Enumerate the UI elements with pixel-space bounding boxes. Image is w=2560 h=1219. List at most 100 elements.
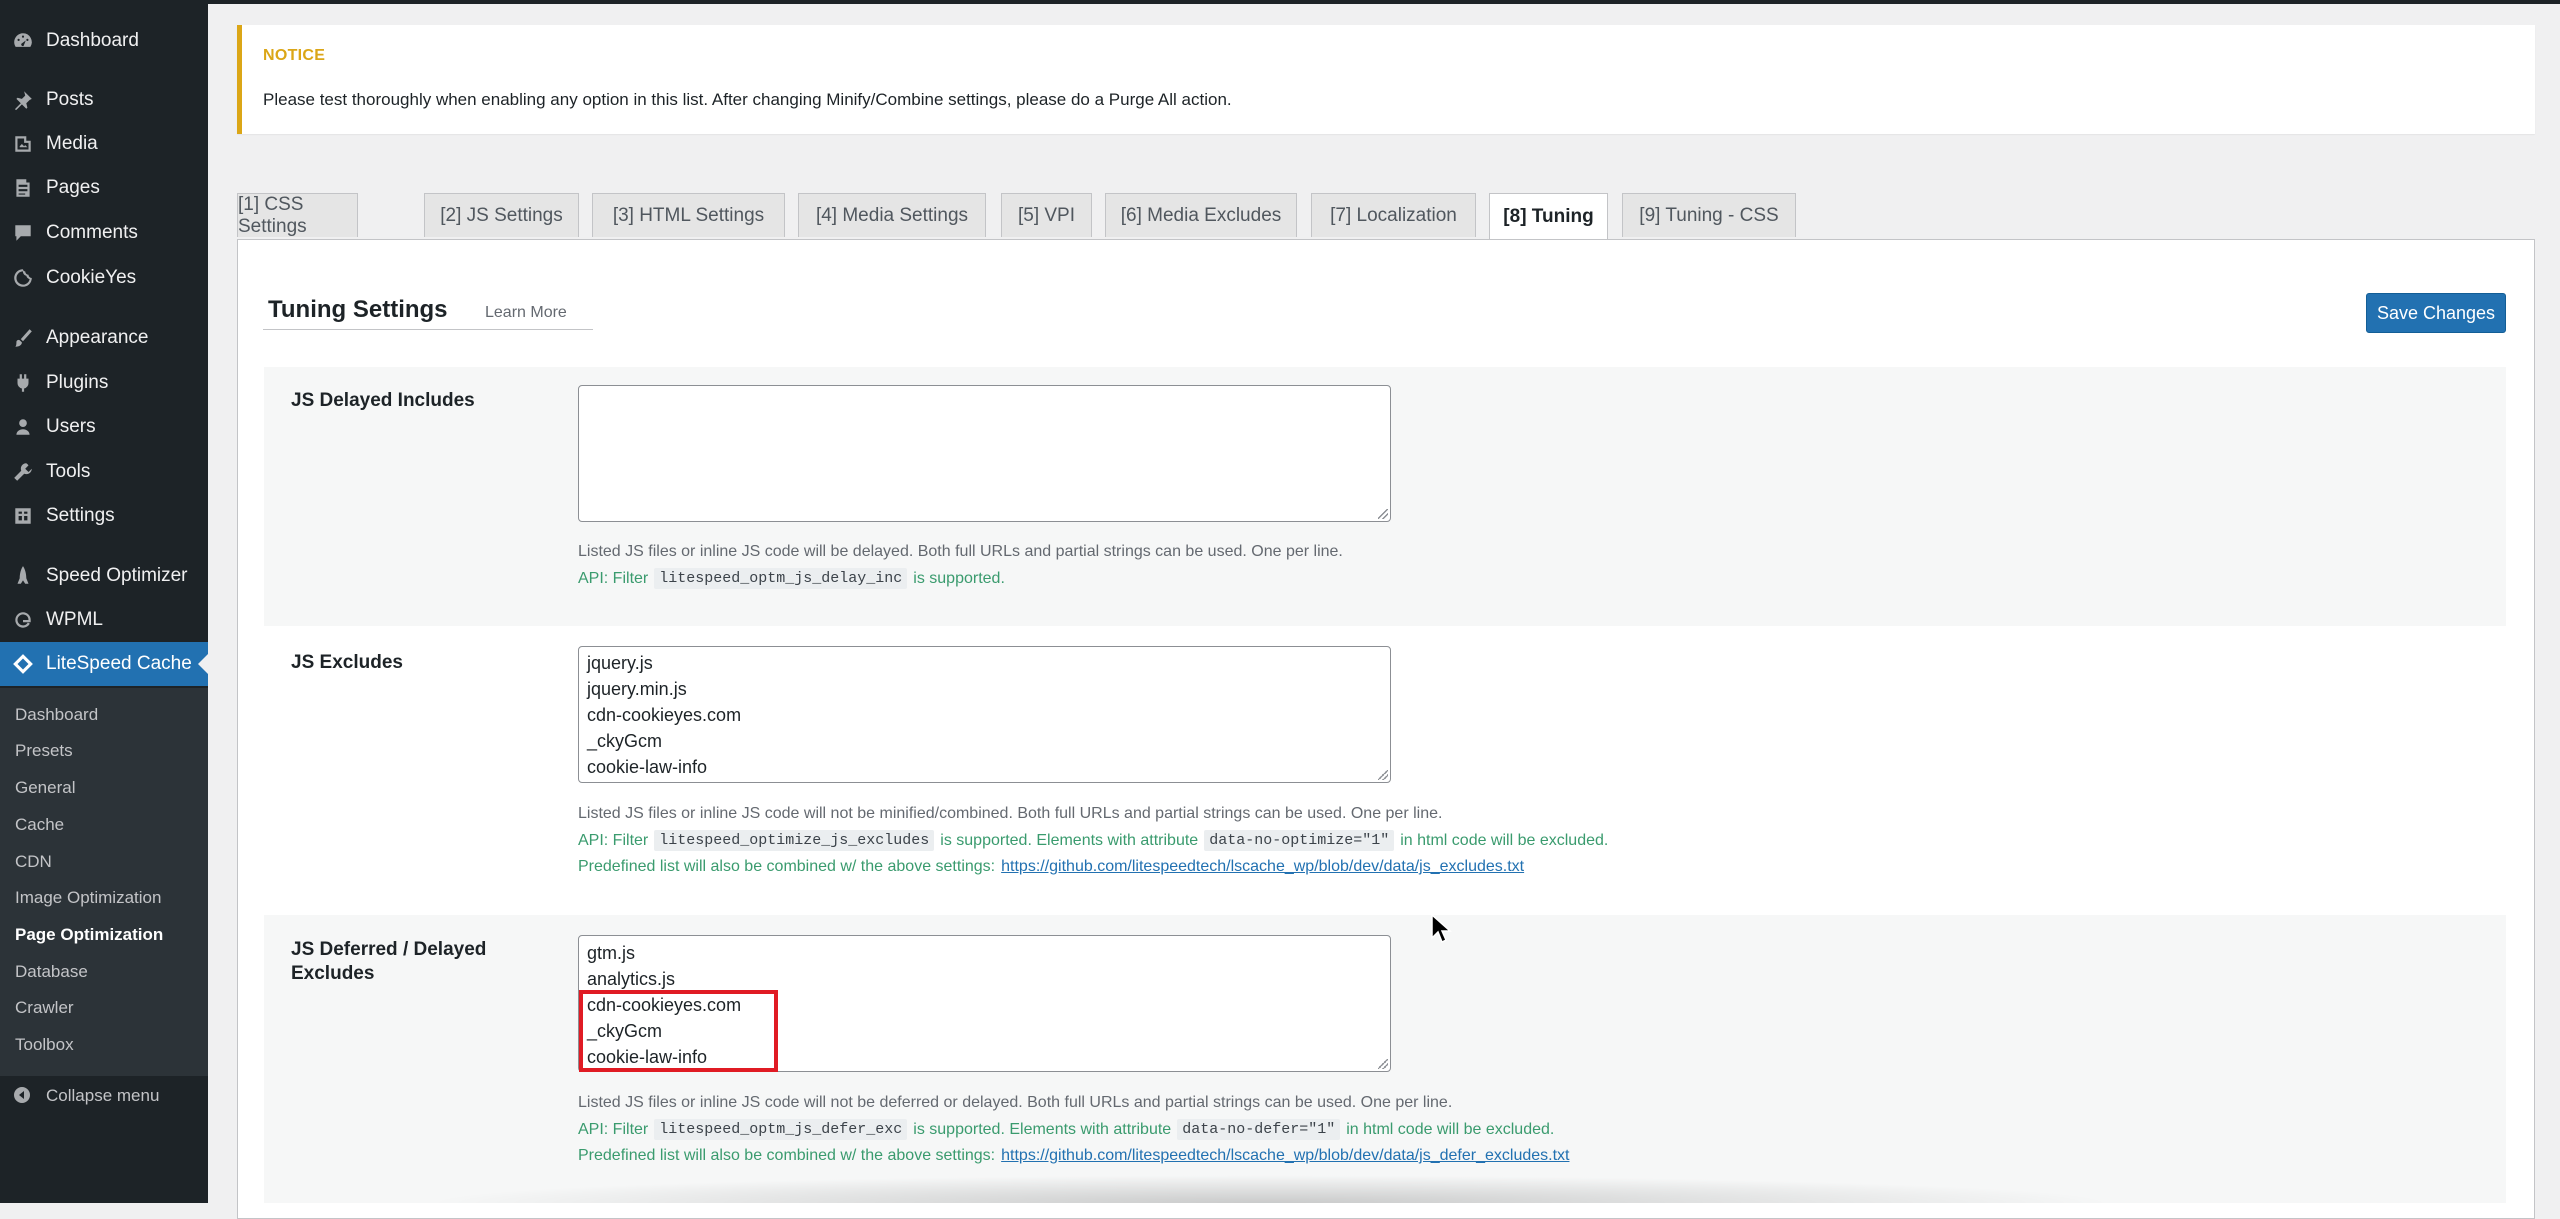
collapse-menu-button[interactable]: Collapse menu [0, 1078, 208, 1114]
submenu-presets[interactable]: Presets [15, 741, 73, 761]
menu-label: Speed Optimizer [46, 565, 188, 586]
tab-js-settings[interactable]: [2] JS Settings [424, 193, 579, 237]
textarea-line: cdn-cookieyes.com [587, 705, 742, 725]
collapse-arrow-icon [12, 1085, 34, 1107]
submenu-dashboard[interactable]: Dashboard [15, 705, 98, 725]
submenu-toolbox[interactable]: Toolbox [15, 1035, 74, 1055]
deferred-label: JS Deferred / Delayed Excludes [291, 938, 486, 986]
menu-label: Plugins [46, 372, 109, 393]
submenu-page-optimization[interactable]: Page Optimization [15, 925, 163, 945]
deferred-description: Listed JS files or inline JS code will n… [578, 1094, 1453, 1111]
deferred-predefined: Predefined list will also be combined w/… [578, 1147, 1569, 1165]
menu-label: CookieYes [46, 267, 137, 288]
menu-users[interactable]: Users [0, 405, 208, 449]
tab-html-settings[interactable]: [3] HTML Settings [592, 193, 785, 237]
api-suffix: is supported. [913, 569, 1005, 587]
api-prefix: API: Filter [578, 569, 649, 587]
menu-wpml[interactable]: WPML [0, 598, 208, 642]
tab-tuning[interactable]: [8] Tuning [1489, 193, 1608, 239]
tab-vpi[interactable]: [5] VPI [1001, 193, 1092, 237]
predefined-list-link[interactable]: https://github.com/litespeedtech/lscache… [1001, 1147, 1569, 1165]
menu-comments[interactable]: Comments [0, 211, 208, 255]
resize-handle[interactable] [1378, 770, 1388, 780]
menu-tools[interactable]: Tools [0, 450, 208, 494]
api-prefix: API: Filter [578, 1120, 649, 1138]
submenu-crawler[interactable]: Crawler [15, 998, 74, 1018]
save-changes-button[interactable]: Save Changes [2366, 293, 2506, 333]
tab-media-excludes[interactable]: [6] Media Excludes [1105, 193, 1297, 237]
menu-posts[interactable]: Posts [0, 78, 208, 122]
section-title: Tuning Settings [268, 296, 448, 323]
excludes-api: API: Filter litespeed_optimize_js_exclud… [578, 830, 1608, 851]
menu-label: Appearance [46, 327, 149, 348]
tab-localization[interactable]: [7] Localization [1311, 193, 1476, 237]
tab-css-settings[interactable]: [1] CSS Settings [237, 193, 358, 237]
bottom-shadow [420, 1175, 2120, 1203]
rocket-icon [12, 565, 34, 587]
media-icon [12, 133, 34, 155]
deferred-label-line2: Excludes [291, 963, 375, 984]
textarea-line: cookie-law-info [587, 757, 708, 777]
delayed-includes-description: Listed JS files or inline JS code will b… [578, 543, 1343, 560]
menu-speed-optimizer[interactable]: Speed Optimizer [0, 554, 208, 598]
api-suffix: in html code will be excluded. [1346, 1120, 1555, 1138]
submenu-image-optimization[interactable]: Image Optimization [15, 888, 161, 908]
menu-label: Media [46, 133, 98, 154]
api-mid: is supported. Elements with attribute [913, 1120, 1172, 1138]
comment-icon [12, 222, 34, 244]
submenu-general[interactable]: General [15, 778, 75, 798]
litespeed-submenu: Dashboard Presets General Cache CDN Imag… [0, 688, 208, 1076]
menu-appearance[interactable]: Appearance [0, 316, 208, 360]
tab-media-settings[interactable]: [4] Media Settings [798, 193, 986, 237]
textarea-line: _ckyGcm [587, 731, 663, 751]
menu-cookieyes[interactable]: CookieYes [0, 256, 208, 300]
resize-handle[interactable] [1378, 509, 1388, 519]
resize-handle[interactable] [1378, 1059, 1388, 1069]
diamond-icon [12, 653, 34, 675]
submenu-cache[interactable]: Cache [15, 815, 64, 835]
mouse-cursor-icon [1431, 914, 1452, 944]
menu-label: LiteSpeed Cache [46, 653, 192, 674]
notice-title: NOTICE [263, 47, 326, 64]
admin-sidebar: Dashboard Posts Media Pages Comments Coo… [0, 0, 208, 1203]
api-attribute-code: data-no-optimize="1" [1204, 830, 1395, 851]
deferred-label-line1: JS Deferred / Delayed [291, 939, 487, 960]
menu-media[interactable]: Media [0, 122, 208, 166]
menu-label: Posts [46, 89, 94, 110]
menu-label: Dashboard [46, 30, 139, 51]
menu-litespeed-cache[interactable]: LiteSpeed Cache [0, 642, 208, 686]
settings-icon [12, 505, 34, 527]
excludes-predefined: Predefined list will also be combined w/… [578, 858, 1524, 876]
title-underline [263, 329, 593, 330]
predefined-text: Predefined list will also be combined w/… [578, 858, 996, 875]
textarea-line: gtm.js [587, 943, 636, 963]
notice-box: NOTICE Please test thoroughly when enabl… [237, 25, 2535, 134]
menu-settings[interactable]: Settings [0, 494, 208, 538]
dashboard-icon [12, 30, 34, 52]
delayed-includes-api: API: Filter litespeed_optm_js_delay_inc … [578, 568, 1005, 589]
menu-label: Pages [46, 177, 100, 198]
pin-icon [12, 89, 34, 111]
api-suffix: in html code will be excluded. [1400, 831, 1609, 849]
menu-label: Users [46, 416, 96, 437]
delayed-includes-textarea[interactable] [578, 385, 1391, 522]
notice-text: Please test thoroughly when enabling any… [263, 90, 1232, 109]
submenu-database[interactable]: Database [15, 962, 88, 982]
tab-tuning-css[interactable]: [9] Tuning - CSS [1622, 193, 1796, 237]
learn-more-link[interactable]: Learn More [485, 304, 567, 322]
menu-plugins[interactable]: Plugins [0, 361, 208, 405]
wrench-icon [12, 461, 34, 483]
menu-label: Comments [46, 222, 138, 243]
textarea-line: analytics.js [587, 969, 676, 989]
submenu-cdn[interactable]: CDN [15, 852, 52, 872]
excludes-textarea[interactable]: jquery.js jquery.min.js cdn-cookieyes.co… [578, 646, 1391, 783]
predefined-list-link[interactable]: https://github.com/litespeedtech/lscache… [1001, 858, 1524, 876]
user-icon [12, 416, 34, 438]
menu-pages[interactable]: Pages [0, 166, 208, 210]
excludes-description: Listed JS files or inline JS code will n… [578, 805, 1443, 822]
wpml-icon [12, 609, 34, 631]
api-filter-code: litespeed_optm_js_delay_inc [654, 568, 908, 589]
api-attribute-code: data-no-defer="1" [1177, 1119, 1341, 1140]
menu-dashboard[interactable]: Dashboard [0, 19, 208, 63]
page-icon [12, 177, 34, 199]
